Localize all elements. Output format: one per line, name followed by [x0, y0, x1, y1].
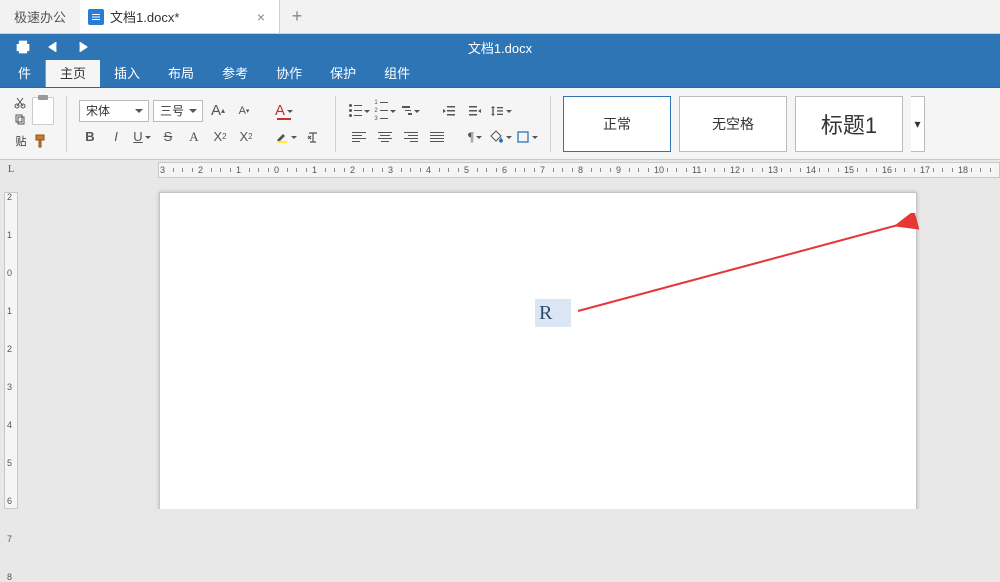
- tab-insert[interactable]: 插入: [100, 58, 154, 87]
- highlight-color-icon[interactable]: [275, 126, 297, 148]
- numbering-icon[interactable]: 123: [374, 100, 396, 122]
- copy-icon[interactable]: [12, 112, 28, 126]
- clear-formatting-icon[interactable]: [301, 126, 323, 148]
- document-text-selection[interactable]: R: [535, 299, 571, 327]
- italic-button[interactable]: I: [105, 126, 127, 148]
- style-no-spacing[interactable]: 无空格: [679, 96, 787, 152]
- redo-icon[interactable]: [74, 38, 92, 56]
- tab-protect[interactable]: 保护: [316, 58, 370, 87]
- tab-home[interactable]: 主页: [46, 58, 100, 87]
- document-icon: [88, 9, 104, 25]
- tab-components[interactable]: 组件: [370, 58, 424, 87]
- shrink-font-icon[interactable]: A▾: [233, 100, 255, 122]
- align-center-icon[interactable]: [374, 126, 396, 148]
- align-right-icon[interactable]: [400, 126, 422, 148]
- align-left-icon[interactable]: [348, 126, 370, 148]
- tab-title: 文档1.docx*: [110, 7, 253, 26]
- font-family-select[interactable]: 宋体: [79, 100, 149, 122]
- document-page[interactable]: R: [159, 192, 917, 509]
- tab-file[interactable]: 件: [4, 58, 46, 87]
- line-spacing-icon[interactable]: [490, 100, 512, 122]
- styles-more-button[interactable]: ▾: [911, 96, 925, 152]
- subscript-button[interactable]: X2: [235, 126, 257, 148]
- bold-button[interactable]: B: [79, 126, 101, 148]
- paste-label[interactable]: 贴: [16, 133, 27, 149]
- grow-font-icon[interactable]: A▴: [207, 100, 229, 122]
- ruler-corner: L: [8, 160, 14, 178]
- undo-icon[interactable]: [44, 38, 62, 56]
- clipboard-icon: [32, 97, 54, 125]
- tab-collab[interactable]: 协作: [262, 58, 316, 87]
- horizontal-ruler[interactable]: 3210123456789101112131415161718: [158, 162, 1000, 178]
- font-color-icon[interactable]: A: [273, 100, 295, 122]
- borders-icon[interactable]: [516, 126, 538, 148]
- print-icon[interactable]: [14, 38, 32, 56]
- tab-layout[interactable]: 布局: [154, 58, 208, 87]
- new-tab-button[interactable]: +: [280, 0, 314, 33]
- font-size-select[interactable]: 三号: [153, 100, 203, 122]
- document-title: 文档1.docx: [468, 38, 532, 57]
- strike-button[interactable]: S: [157, 126, 179, 148]
- font-case-button[interactable]: A: [183, 126, 205, 148]
- tab-close-icon[interactable]: ×: [253, 9, 269, 25]
- app-name: 极速办公: [0, 0, 80, 33]
- increase-indent-icon[interactable]: [464, 100, 486, 122]
- document-tab[interactable]: 文档1.docx* ×: [80, 0, 280, 33]
- shading-icon[interactable]: [490, 126, 512, 148]
- underline-button[interactable]: U: [131, 126, 153, 148]
- style-heading1[interactable]: 标题1: [795, 96, 903, 152]
- bullets-icon[interactable]: [348, 100, 370, 122]
- superscript-button[interactable]: X2: [209, 126, 231, 148]
- tab-references[interactable]: 参考: [208, 58, 262, 87]
- multilevel-list-icon[interactable]: [400, 100, 422, 122]
- cut-icon[interactable]: [12, 96, 28, 110]
- decrease-indent-icon[interactable]: [438, 100, 460, 122]
- style-normal[interactable]: 正常: [563, 96, 671, 152]
- vertical-ruler[interactable]: 21012345678: [4, 192, 18, 509]
- show-marks-icon[interactable]: ¶: [464, 126, 486, 148]
- annotation-arrow: [568, 213, 928, 323]
- format-painter-icon[interactable]: [29, 130, 51, 152]
- align-justify-icon[interactable]: [426, 126, 448, 148]
